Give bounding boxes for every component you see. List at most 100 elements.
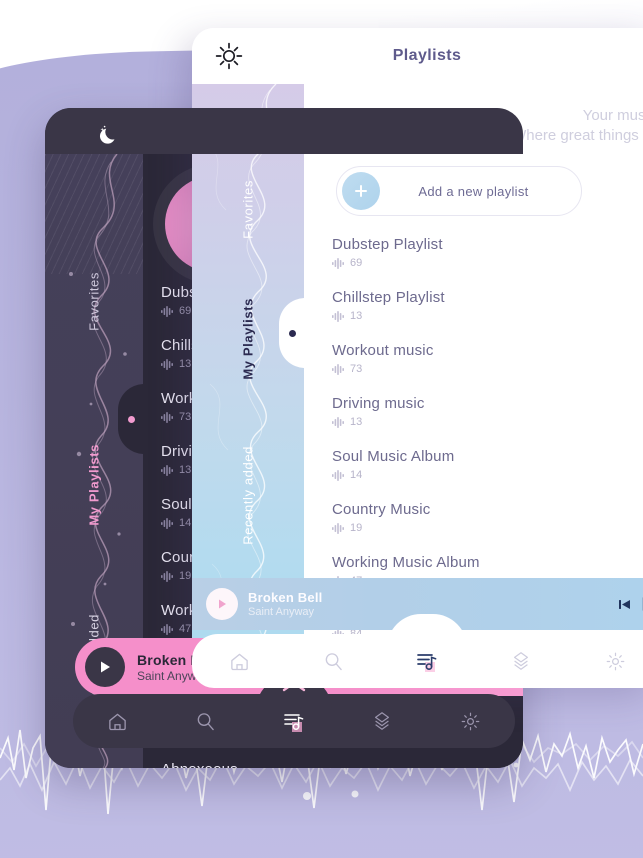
count-value: 19	[179, 570, 192, 582]
play-icon	[219, 599, 226, 609]
tagline-line-1: Your music z	[582, 107, 643, 124]
playlist-name: Working Music Album	[332, 554, 480, 571]
light-sidebar-tab-my-playlists[interactable]: My Playlists	[241, 298, 256, 380]
list-item[interactable]: Country Music 19	[332, 501, 643, 534]
dark-sidebar-tab-my-playlists[interactable]: My Playlists	[87, 444, 102, 526]
home-icon	[108, 713, 126, 730]
plus-icon	[342, 172, 380, 210]
tab-label: Favorites	[240, 180, 256, 239]
list-item[interactable]: Driving music 13	[332, 395, 643, 428]
nav-item-settings[interactable]	[458, 708, 484, 734]
playlist-track-count: 69	[332, 257, 643, 269]
playlist-name: Workout music	[332, 342, 434, 359]
waveform-icon	[161, 305, 173, 317]
count-value: 13	[179, 464, 192, 476]
tab-label: My Playlists	[86, 444, 102, 526]
dark-sidebar-tab-favorites[interactable]: Favorites	[87, 272, 102, 331]
waveform-icon	[161, 517, 173, 529]
playlist-name: Abnoxeous	[161, 761, 515, 768]
count-value: 14	[350, 469, 363, 481]
app-stage: Favorites My Playlists Recently added Du…	[0, 0, 643, 858]
tab-label: Favorites	[86, 272, 102, 331]
play-icon	[101, 661, 110, 673]
waveform-icon	[161, 358, 173, 370]
count-value: 73	[179, 411, 192, 423]
nav-item-playlists[interactable]	[281, 708, 307, 734]
waveform-icon	[161, 570, 173, 582]
list-item[interactable]: Soul Music Album 14	[332, 448, 643, 481]
count-value: 13	[179, 358, 192, 370]
list-item[interactable]: Dubstep Playlist 69	[332, 236, 643, 269]
count-value: 73	[350, 363, 363, 375]
nav-item-search[interactable]	[193, 708, 219, 734]
transport-controls	[618, 596, 643, 612]
count-value: 47	[179, 623, 192, 635]
search-icon	[325, 652, 342, 670]
list-item[interactable]: Abnoxeous 18	[161, 761, 515, 768]
dark-card-header	[45, 108, 523, 154]
waveform-icon	[161, 623, 173, 635]
count-value: 14	[179, 517, 192, 529]
play-button[interactable]	[206, 588, 238, 620]
nav-item-home[interactable]	[104, 708, 130, 734]
waveform-icon	[332, 416, 344, 428]
playlist-music-icon	[284, 714, 304, 732]
track-artist: Saint Anyway	[248, 606, 315, 618]
count-value: 69	[179, 305, 192, 317]
count-value: 19	[350, 522, 363, 534]
previous-icon[interactable]	[618, 598, 631, 611]
moon-icon[interactable]	[97, 124, 121, 148]
playlist-track-count: 19	[332, 522, 643, 534]
home-icon	[230, 653, 248, 670]
add-new-playlist-button[interactable]: Add a new playlist	[336, 166, 582, 216]
tagline-line-2: Where great things hap	[512, 127, 643, 144]
tab-label: My Playlists	[240, 298, 256, 380]
waveform-icon	[332, 310, 344, 322]
count-value: 13	[350, 416, 363, 428]
add-new-playlist-label: Add a new playlist	[418, 183, 529, 199]
nav-item-layers[interactable]	[369, 708, 395, 734]
waveform-icon	[332, 363, 344, 375]
layers-icon	[513, 652, 529, 670]
nav-item-playlists[interactable]	[414, 648, 440, 674]
playlist-name: Soul Music Album	[332, 448, 455, 465]
play-button[interactable]	[85, 647, 125, 687]
light-sidebar-tab-recently-added[interactable]: Recently added	[241, 446, 256, 545]
nav-item-home[interactable]	[226, 648, 252, 674]
layers-icon	[375, 712, 390, 730]
gear-icon	[606, 652, 624, 670]
page-title: Playlists	[392, 47, 462, 64]
list-item[interactable]: Workout music 73	[332, 342, 643, 375]
light-bottom-nav	[192, 614, 643, 688]
playlist-track-count: 13	[332, 416, 643, 428]
light-card-header: Playlists	[192, 28, 643, 84]
waveform-icon	[332, 522, 344, 534]
playlist-track-count: 13	[332, 310, 643, 322]
playlist-music-icon	[417, 654, 437, 672]
list-item[interactable]: Chillstep Playlist 13	[332, 289, 643, 322]
nav-item-layers[interactable]	[508, 648, 534, 674]
waveform-icon	[332, 469, 344, 481]
count-value: 69	[350, 257, 363, 269]
nav-item-search[interactable]	[320, 648, 346, 674]
track-meta: Broken Bell Saint Anyway	[248, 590, 322, 618]
playlist-name: Dubstep Playlist	[332, 236, 443, 253]
waveform-icon	[161, 464, 173, 476]
playlist-track-count: 14	[332, 469, 643, 481]
tagline: Your music z Where great things hap	[512, 106, 643, 146]
waveform-icon	[161, 411, 173, 423]
dark-bottom-nav	[73, 676, 515, 748]
track-title: Broken Bell	[248, 590, 323, 605]
playlist-name: Driving music	[332, 395, 425, 412]
count-value: 13	[350, 310, 363, 322]
gear-icon	[461, 712, 480, 730]
light-sidebar-tab-favorites[interactable]: Favorites	[241, 180, 256, 239]
playlist-name: Country Music	[332, 501, 431, 518]
playlist-name: Chillstep Playlist	[332, 289, 445, 306]
tab-label: Recently added	[240, 446, 256, 545]
chevron-up-icon	[415, 620, 439, 631]
playlist-track-count: 73	[332, 363, 643, 375]
search-icon	[197, 712, 214, 730]
nav-item-settings[interactable]	[602, 648, 628, 674]
waveform-icon	[332, 257, 344, 269]
